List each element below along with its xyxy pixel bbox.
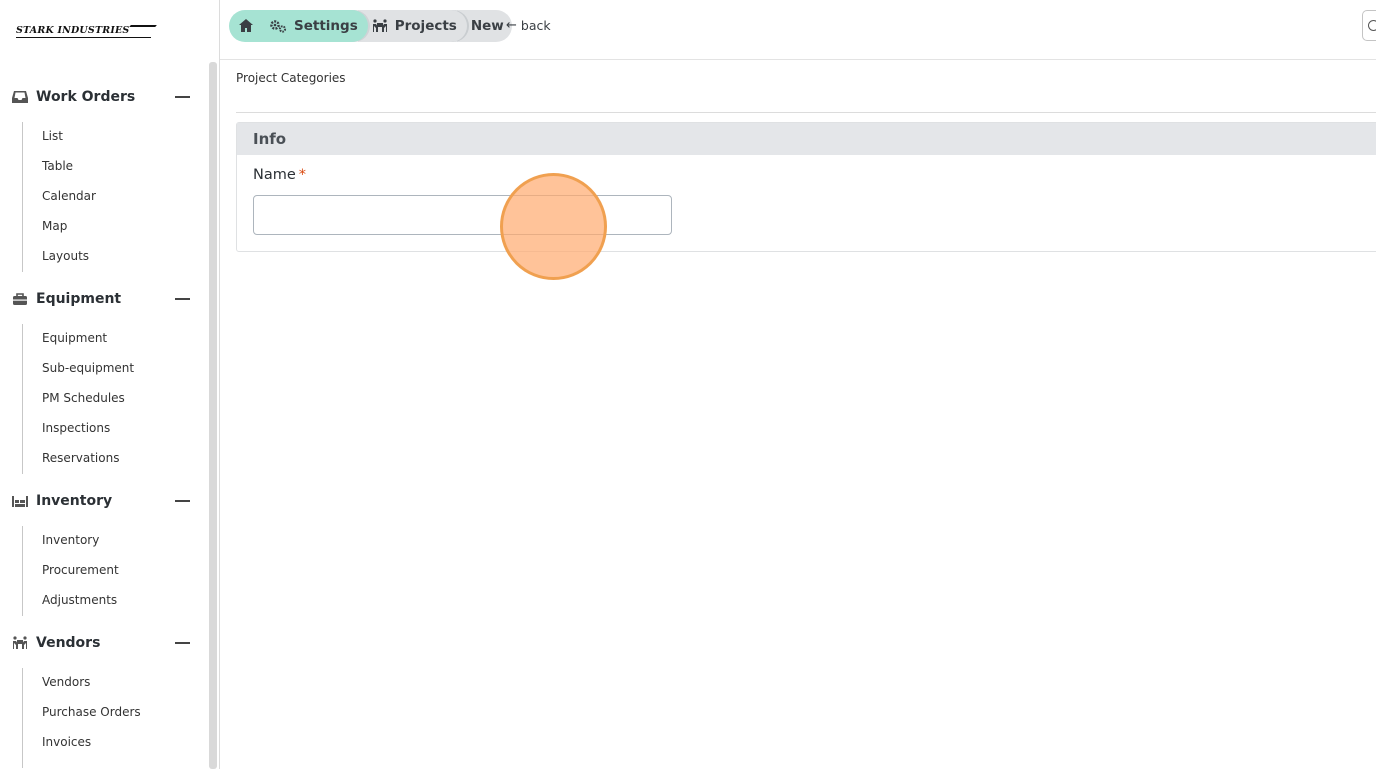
collapse-icon[interactable] <box>175 642 190 644</box>
breadcrumb-settings[interactable]: Settings <box>261 10 368 42</box>
breadcrumb-label: New <box>470 18 504 34</box>
toolbox-icon <box>11 291 29 307</box>
sidebar-item-layouts[interactable]: Layouts <box>42 249 89 263</box>
sidebar-item-map[interactable]: Map <box>42 219 67 233</box>
company-logo[interactable]: STARK INDUSTRIES <box>16 25 152 38</box>
page-subtitle: Project Categories <box>236 71 346 85</box>
name-input[interactable] <box>253 195 672 235</box>
card-header: Info <box>237 123 1376 155</box>
people-carry-icon <box>11 635 29 651</box>
breadcrumb-label: Settings <box>294 18 358 34</box>
back-link[interactable]: ← back <box>506 18 551 33</box>
home-icon <box>239 17 253 36</box>
sidebar-section-title: Inventory <box>36 493 113 509</box>
sidebar-item-purchase-orders[interactable]: Purchase Orders <box>42 705 141 719</box>
card-title: Info <box>253 130 287 148</box>
required-mark: * <box>298 167 307 183</box>
sidebar-section-inventory[interactable]: Inventory <box>0 489 206 513</box>
search-button[interactable] <box>1362 10 1376 41</box>
warehouse-icon <box>11 493 29 509</box>
breadcrumb: Settings Projects New <box>229 10 512 42</box>
arrow-left-icon: ← <box>506 18 517 33</box>
sidebar-scrollbar[interactable] <box>209 62 217 769</box>
sidebar-section-title: Equipment <box>36 291 122 307</box>
sidebar-item-adjustments[interactable]: Adjustments <box>42 593 117 607</box>
gears-icon <box>269 19 287 33</box>
sidebar-item-invoices[interactable]: Invoices <box>42 735 91 749</box>
collapse-icon[interactable] <box>175 500 190 502</box>
logo-area: STARK INDUSTRIES <box>0 0 219 60</box>
sidebar-section-equipment[interactable]: Equipment <box>0 287 206 311</box>
name-label: Name * <box>253 167 306 183</box>
back-label: back <box>520 18 551 33</box>
sidebar-item-list[interactable]: List <box>42 129 63 143</box>
sidebar-section-title: Vendors <box>36 635 101 651</box>
sidebar-item-vendors[interactable]: Vendors <box>42 675 90 689</box>
sidebar-item-inspections[interactable]: Inspections <box>42 421 110 435</box>
inbox-icon <box>11 89 29 105</box>
collapse-icon[interactable] <box>175 96 190 98</box>
sidebar-item-equipment[interactable]: Equipment <box>42 331 107 345</box>
name-label-text: Name <box>253 167 296 183</box>
topbar: Settings Projects New ← back <box>220 0 1376 60</box>
sidebar-section-work-orders[interactable]: Work Orders <box>0 85 206 109</box>
breadcrumb-home[interactable] <box>229 10 263 42</box>
breadcrumb-projects[interactable]: Projects <box>357 10 467 42</box>
nav-tree-line <box>22 324 23 474</box>
sidebar-item-inventory[interactable]: Inventory <box>42 533 99 547</box>
sidebar-item-pm-schedules[interactable]: PM Schedules <box>42 391 125 405</box>
people-carry-icon <box>372 19 388 33</box>
sidebar: STARK INDUSTRIES Work Orders List Table … <box>0 0 220 769</box>
sidebar-section-vendors[interactable]: Vendors <box>0 631 206 655</box>
sidebar-item-sub-equipment[interactable]: Sub-equipment <box>42 361 134 375</box>
nav-tree-line <box>22 526 23 616</box>
sidebar-section-title: Work Orders <box>36 89 136 105</box>
sidebar-item-table[interactable]: Table <box>42 159 73 173</box>
breadcrumb-label: Projects <box>394 18 457 34</box>
collapse-icon[interactable] <box>175 298 190 300</box>
info-card: Info Name * <box>236 122 1376 252</box>
sidebar-item-reservations[interactable]: Reservations <box>42 451 119 465</box>
nav-tree-line <box>22 668 23 768</box>
divider <box>236 112 1376 113</box>
sidebar-item-calendar[interactable]: Calendar <box>42 189 96 203</box>
click-indicator <box>500 173 607 280</box>
nav-tree-line <box>22 122 23 272</box>
sidebar-item-procurement[interactable]: Procurement <box>42 563 119 577</box>
